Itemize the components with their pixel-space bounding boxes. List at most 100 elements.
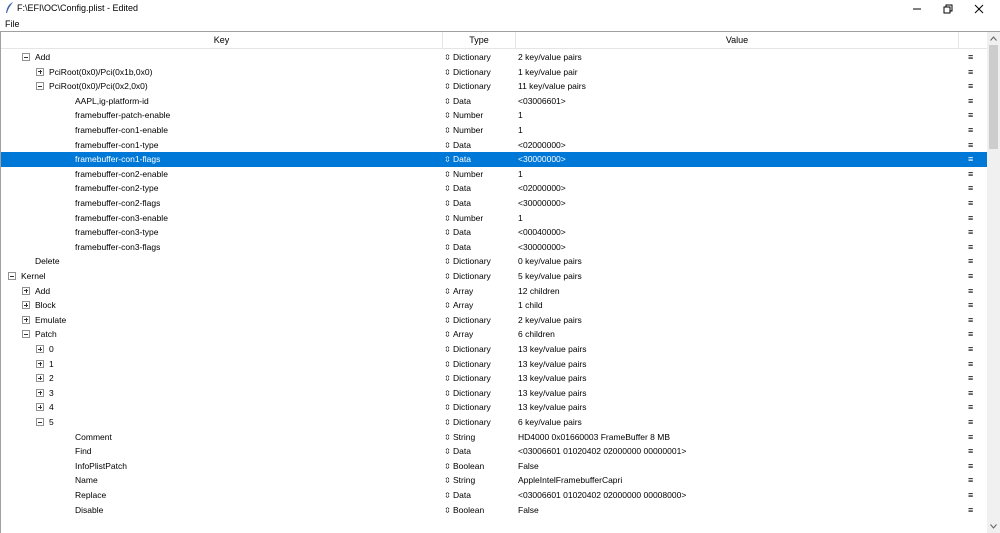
value-cell[interactable]: 13 key/value pairs xyxy=(518,371,958,386)
type-cell[interactable]: ⇳ Dictionary xyxy=(444,415,516,430)
close-button[interactable] xyxy=(964,0,994,17)
row-menu-icon[interactable]: ≡ xyxy=(968,108,978,123)
type-cell[interactable]: ⇳ Data xyxy=(444,444,516,459)
column-header-type[interactable]: Type xyxy=(443,32,516,49)
table-row[interactable]: PciRoot(0x0)/Pci(0x2,0x0) ⇳ Dictionary 11 k… xyxy=(1,79,987,94)
table-row[interactable]: framebuffer-con2-type ⇳ Data <02000000> ≡ xyxy=(1,181,987,196)
value-cell[interactable]: <03006601 01020402 02000000 00000001> xyxy=(518,444,958,459)
value-cell[interactable]: <30000000> xyxy=(518,240,958,255)
type-cell[interactable]: ⇳ Dictionary xyxy=(444,400,516,415)
table-row[interactable]: Find ⇳ Data <03006601 01020402 02000000 000… xyxy=(1,444,987,459)
row-menu-icon[interactable]: ≡ xyxy=(968,50,978,65)
column-header-value[interactable]: Value xyxy=(516,32,959,49)
value-cell[interactable]: 2 key/value pairs xyxy=(518,313,958,328)
type-cell[interactable]: ⇳ Data xyxy=(444,488,516,503)
type-cell[interactable]: ⇳ Dictionary xyxy=(444,342,516,357)
table-row[interactable]: framebuffer-con2-enable ⇳ Number 1 ≡ xyxy=(1,167,987,182)
table-row[interactable]: framebuffer-con3-enable ⇳ Number 1 ≡ xyxy=(1,211,987,226)
value-cell[interactable]: 1 xyxy=(518,123,958,138)
scroll-up-button[interactable] xyxy=(987,32,1000,45)
value-cell[interactable]: 13 key/value pairs xyxy=(518,400,958,415)
row-menu-icon[interactable]: ≡ xyxy=(968,269,978,284)
menu-file[interactable]: File xyxy=(5,19,20,29)
row-menu-icon[interactable]: ≡ xyxy=(968,181,978,196)
expand-icon[interactable] xyxy=(36,345,44,353)
value-cell[interactable]: 2 key/value pairs xyxy=(518,50,958,65)
expand-icon[interactable] xyxy=(22,286,30,295)
type-cell[interactable]: ⇳ Number xyxy=(444,108,516,123)
expand-icon[interactable] xyxy=(36,403,44,412)
row-menu-icon[interactable]: ≡ xyxy=(968,240,978,255)
value-cell[interactable]: 6 children xyxy=(518,327,958,342)
type-cell[interactable]: ⇳ Data xyxy=(444,94,516,109)
collapse-icon[interactable] xyxy=(36,82,44,91)
row-menu-icon[interactable]: ≡ xyxy=(968,123,978,138)
type-cell[interactable]: ⇳ Number xyxy=(444,123,516,138)
type-cell[interactable]: ⇳ Dictionary xyxy=(444,254,516,269)
table-row[interactable]: AAPL,ig-platform-id ⇳ Data <03006601> ≡ xyxy=(1,94,987,109)
value-cell[interactable]: 1 xyxy=(518,108,958,123)
value-cell[interactable]: 13 key/value pairs xyxy=(518,386,958,401)
row-menu-icon[interactable]: ≡ xyxy=(968,298,978,313)
type-cell[interactable]: ⇳ Number xyxy=(444,167,516,182)
table-row[interactable]: 0 ⇳ Dictionary 13 key/value pairs ≡ xyxy=(1,342,987,357)
type-cell[interactable]: ⇳ Array xyxy=(444,327,516,342)
row-menu-icon[interactable]: ≡ xyxy=(968,225,978,240)
table-row[interactable]: InfoPlistPatch ⇳ Boolean False ≡ xyxy=(1,459,987,474)
type-cell[interactable]: ⇳ Dictionary xyxy=(444,65,516,80)
row-menu-icon[interactable]: ≡ xyxy=(968,284,978,299)
type-cell[interactable]: ⇳ Data xyxy=(444,225,516,240)
type-cell[interactable]: ⇳ Number xyxy=(444,211,516,226)
value-cell[interactable]: 13 key/value pairs xyxy=(518,342,958,357)
value-cell[interactable]: <30000000> xyxy=(518,196,958,211)
value-cell[interactable]: 1 child xyxy=(518,298,958,313)
row-menu-icon[interactable]: ≡ xyxy=(968,459,978,474)
table-row[interactable]: Replace ⇳ Data <03006601 01020402 02000000 … xyxy=(1,488,987,503)
table-row[interactable]: 2 ⇳ Dictionary 13 key/value pairs ≡ xyxy=(1,371,987,386)
value-cell[interactable]: 6 key/value pairs xyxy=(518,415,958,430)
expand-icon[interactable] xyxy=(36,67,44,76)
table-row[interactable]: framebuffer-con2-flags ⇳ Data <30000000> ≡ xyxy=(1,196,987,211)
row-menu-icon[interactable]: ≡ xyxy=(968,313,978,328)
value-cell[interactable]: <03006601 01020402 02000000 00008000> xyxy=(518,488,958,503)
table-row[interactable]: Comment ⇳ String HD4000 0x01660003 FrameBuf… xyxy=(1,430,987,445)
value-cell[interactable]: 1 xyxy=(518,167,958,182)
row-menu-icon[interactable]: ≡ xyxy=(968,488,978,503)
table-row[interactable]: Name ⇳ String AppleIntelFramebufferCapri ≡ xyxy=(1,473,987,488)
row-menu-icon[interactable]: ≡ xyxy=(968,327,978,342)
row-menu-icon[interactable]: ≡ xyxy=(968,211,978,226)
row-menu-icon[interactable]: ≡ xyxy=(968,167,978,182)
row-menu-icon[interactable]: ≡ xyxy=(968,430,978,445)
value-cell[interactable]: 13 key/value pairs xyxy=(518,357,958,372)
row-menu-icon[interactable]: ≡ xyxy=(968,342,978,357)
collapse-icon[interactable] xyxy=(22,53,30,61)
minimize-button[interactable] xyxy=(902,0,932,17)
row-menu-icon[interactable]: ≡ xyxy=(968,400,978,415)
expand-icon[interactable] xyxy=(36,359,44,368)
table-row[interactable]: framebuffer-con3-type ⇳ Data <00040000> ≡ xyxy=(1,225,987,240)
type-cell[interactable]: ⇳ Dictionary xyxy=(444,79,516,94)
table-row[interactable]: framebuffer-con1-type ⇳ Data <02000000> ≡ xyxy=(1,138,987,153)
type-cell[interactable]: ⇳ String xyxy=(444,430,516,445)
row-menu-icon[interactable]: ≡ xyxy=(968,196,978,211)
row-menu-icon[interactable]: ≡ xyxy=(968,79,978,94)
type-cell[interactable]: ⇳ Data xyxy=(444,138,516,153)
value-cell[interactable]: 1 key/value pair xyxy=(518,65,958,80)
type-cell[interactable]: ⇳ Dictionary xyxy=(444,357,516,372)
table-row[interactable]: framebuffer-con3-flags ⇳ Data <30000000> ≡ xyxy=(1,240,987,255)
table-row[interactable]: 1 ⇳ Dictionary 13 key/value pairs ≡ xyxy=(1,357,987,372)
value-cell[interactable]: <02000000> xyxy=(518,181,958,196)
expand-icon[interactable] xyxy=(36,374,44,383)
type-cell[interactable]: ⇳ Array xyxy=(444,284,516,299)
value-cell[interactable]: 1 xyxy=(518,211,958,226)
table-row[interactable]: Emulate ⇳ Dictionary 2 key/value pairs ≡ xyxy=(1,313,987,328)
value-cell[interactable]: 11 key/value pairs xyxy=(518,79,958,94)
row-menu-icon[interactable]: ≡ xyxy=(968,386,978,401)
value-cell[interactable]: HD4000 0x01660003 FrameBuffer 8 MB xyxy=(518,430,958,445)
type-cell[interactable]: ⇳ Dictionary xyxy=(444,386,516,401)
table-row[interactable]: Block ⇳ Array 1 child ≡ xyxy=(1,298,987,313)
table-row[interactable]: Disable ⇳ Boolean False ≡ xyxy=(1,503,987,518)
value-cell[interactable]: AppleIntelFramebufferCapri xyxy=(518,473,958,488)
value-cell[interactable]: <02000000> xyxy=(518,138,958,153)
collapse-icon[interactable] xyxy=(22,330,30,339)
